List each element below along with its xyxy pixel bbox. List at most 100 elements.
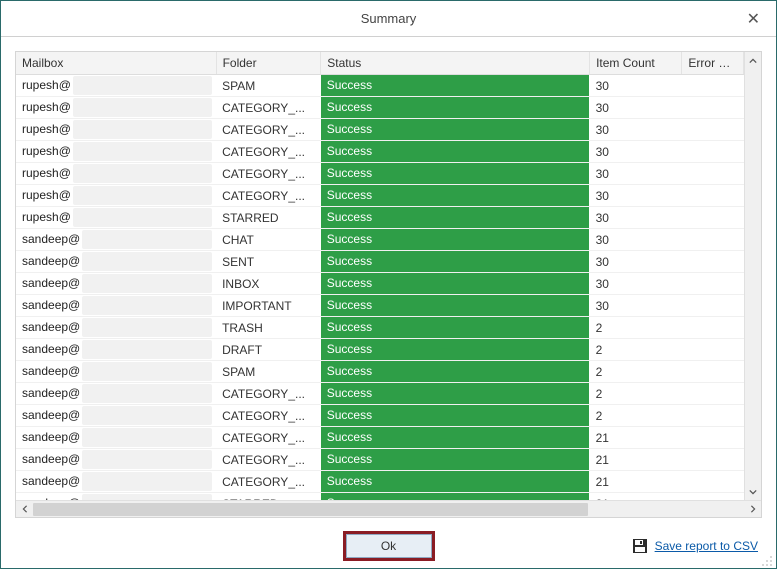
table-row[interactable]: sandeep@ DRAFTSuccess2: [16, 339, 744, 361]
cell-mailbox: rupesh@: [16, 97, 73, 118]
cell-status: Success: [321, 273, 590, 294]
scroll-down-icon[interactable]: [745, 483, 761, 500]
summary-table: Mailbox Folder Status Item Count Error D…: [15, 51, 762, 518]
table-row[interactable]: sandeep@CATEGORY_...Success2: [16, 383, 744, 405]
cell-status: Success: [321, 383, 590, 404]
cell-item-count: 30: [590, 296, 682, 316]
cell-mailbox: sandeep@: [16, 251, 82, 272]
col-header-item-count[interactable]: Item Count: [590, 52, 682, 75]
cell-folder: TRASH: [216, 318, 321, 338]
save-report-link[interactable]: Save report to CSV: [655, 539, 758, 553]
cell-mailbox: rupesh@: [16, 119, 73, 140]
cell-error-details: [682, 149, 744, 155]
cell-error-details: [682, 435, 744, 441]
col-header-folder[interactable]: Folder: [216, 52, 321, 75]
cell-mailbox: sandeep@: [16, 449, 82, 470]
table-row[interactable]: rupesh@CATEGORY_...Success30: [16, 141, 744, 163]
col-header-mailbox[interactable]: Mailbox: [16, 52, 216, 75]
cell-folder: DRAFT: [216, 340, 321, 360]
cell-mailbox: sandeep@: [16, 295, 82, 316]
cell-item-count: 2: [590, 340, 682, 360]
table-row[interactable]: sandeep@INBOXSuccess30: [16, 273, 744, 295]
cell-error-details: [682, 325, 744, 331]
cell-mailbox: sandeep@: [16, 339, 82, 360]
mailbox-redacted: [82, 318, 212, 337]
mailbox-redacted: [82, 406, 212, 425]
table-header-row: Mailbox Folder Status Item Count Error D…: [16, 52, 744, 75]
dialog-content: Mailbox Folder Status Item Count Error D…: [1, 37, 776, 524]
cell-mailbox: sandeep@: [16, 229, 82, 250]
cell-status: Success: [321, 141, 590, 162]
cell-item-count: 30: [590, 142, 682, 162]
resize-grip-icon[interactable]: [761, 555, 773, 567]
summary-dialog: Summary ✕ Mailbox Folder Status: [0, 0, 777, 569]
col-header-status[interactable]: Status: [321, 52, 590, 75]
cell-item-count: 30: [590, 208, 682, 228]
cell-item-count: 21: [590, 450, 682, 470]
mailbox-redacted: [82, 428, 212, 447]
mailbox-redacted: [82, 384, 212, 403]
scroll-up-icon[interactable]: [745, 52, 761, 69]
mailbox-redacted: [73, 76, 212, 95]
cell-mailbox: sandeep@: [16, 427, 82, 448]
cell-item-count: 30: [590, 230, 682, 250]
ok-button[interactable]: Ok: [346, 534, 432, 558]
cell-error-details: [682, 281, 744, 287]
cell-status: Success: [321, 119, 590, 140]
table-row[interactable]: rupesh@CATEGORY_...Success30: [16, 119, 744, 141]
cell-error-details: [682, 413, 744, 419]
cell-error-details: [682, 347, 744, 353]
cell-status: Success: [321, 405, 590, 426]
horizontal-scrollbar[interactable]: [16, 500, 761, 517]
table-row[interactable]: rupesh@CATEGORY_...Success30: [16, 97, 744, 119]
cell-mailbox: sandeep@: [16, 273, 82, 294]
dialog-footer: Ok Save report to CSV: [1, 524, 776, 568]
cell-item-count: 30: [590, 252, 682, 272]
cell-error-details: [682, 457, 744, 463]
scroll-left-icon[interactable]: [16, 501, 33, 517]
table-row[interactable]: sandeep@SENTSuccess30: [16, 251, 744, 273]
cell-mailbox: sandeep@: [16, 405, 82, 426]
hscroll-track[interactable]: [33, 501, 744, 517]
cell-item-count: 2: [590, 384, 682, 404]
vertical-scrollbar[interactable]: [744, 52, 761, 500]
hscroll-thumb[interactable]: [33, 503, 588, 516]
mailbox-redacted: [82, 340, 212, 359]
cell-status: Success: [321, 339, 590, 360]
table-row[interactable]: sandeep@CATEGORY_...Success21: [16, 449, 744, 471]
cell-folder: CATEGORY_...: [216, 428, 321, 448]
cell-error-details: [682, 83, 744, 89]
cell-folder: CATEGORY_...: [216, 120, 321, 140]
cell-status: Success: [321, 97, 590, 118]
table-row[interactable]: sandeep@SPAMSuccess2: [16, 361, 744, 383]
table-row[interactable]: rupesh@CATEGORY_...Success30: [16, 185, 744, 207]
scroll-right-icon[interactable]: [744, 501, 761, 517]
close-icon[interactable]: ✕: [741, 7, 766, 31]
cell-item-count: 2: [590, 406, 682, 426]
cell-status: Success: [321, 427, 590, 448]
table-row[interactable]: sandeep@CATEGORY_...Success2: [16, 405, 744, 427]
cell-mailbox: sandeep@: [16, 317, 82, 338]
cell-status: Success: [321, 185, 590, 206]
table-row[interactable]: sandeep@CATEGORY_...Success21: [16, 471, 744, 493]
table-row[interactable]: sandeep@CHATSuccess30: [16, 229, 744, 251]
mailbox-redacted: [73, 164, 212, 183]
table-row[interactable]: sandeep@TRASHSuccess2: [16, 317, 744, 339]
table-row[interactable]: rupesh@STARREDSuccess30: [16, 207, 744, 229]
cell-status: Success: [321, 449, 590, 470]
cell-status: Success: [321, 317, 590, 338]
table-row[interactable]: sandeep@ CATEGORY_...Success21: [16, 427, 744, 449]
cell-error-details: [682, 237, 744, 243]
table-row[interactable]: rupesh@CATEGORY_...Success30: [16, 163, 744, 185]
save-icon: [632, 538, 648, 554]
mailbox-redacted: [82, 472, 212, 491]
table-row[interactable]: sandeep@STARREDSuccess21: [16, 493, 744, 501]
table-row[interactable]: rupesh@SPAMSuccess30: [16, 75, 744, 97]
col-header-error-details[interactable]: Error Details: [682, 52, 744, 75]
cell-item-count: 21: [590, 428, 682, 448]
cell-status: Success: [321, 295, 590, 316]
table-row[interactable]: sandeep@IMPORTANTSuccess30: [16, 295, 744, 317]
cell-status: Success: [321, 471, 590, 492]
cell-mailbox: rupesh@: [16, 163, 73, 184]
cell-error-details: [682, 391, 744, 397]
